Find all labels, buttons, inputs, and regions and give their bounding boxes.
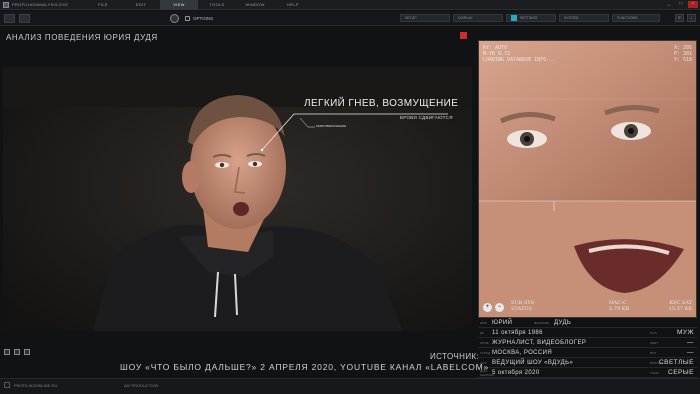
hud-loading: LOADING DATABASE INFO... bbox=[483, 57, 556, 63]
hud-top-left: RY: AUTO M-YR 0.72 LOADING DATABASE INFO… bbox=[483, 45, 555, 63]
last-name-label: ФАМИЛИЯ bbox=[534, 320, 550, 325]
options-button[interactable]: OPTIONS bbox=[185, 15, 214, 21]
status-label: STATUS bbox=[511, 306, 532, 312]
info-row: ДР 11 октября 1986 ПОЛ МУЖ bbox=[478, 328, 697, 338]
vol-label: ВОЛ bbox=[650, 350, 657, 355]
profile-info-table: ИМЯ ЮРИЙ ФАМИЛИЯ ДУДЬ ДР 11 октября 1986… bbox=[478, 318, 697, 378]
status-website: PROFILINGONLINE.RU bbox=[14, 383, 58, 388]
tab-setup-label: SETUP bbox=[405, 16, 417, 20]
analysis-date-value: 5 октября 2020 bbox=[492, 369, 540, 376]
single-view-icon[interactable] bbox=[4, 349, 10, 355]
zoom-out-icon[interactable]: − bbox=[495, 303, 504, 312]
zoom-in-icon[interactable]: + bbox=[483, 303, 492, 312]
source-label: ИСТОЧНИК: bbox=[430, 352, 480, 361]
options-label: OPTIONS bbox=[193, 15, 214, 21]
eyes-label: ГЛАЗА bbox=[650, 370, 660, 375]
hac-c-size: 5.79 KB bbox=[609, 306, 630, 312]
city-label: ГОРОД bbox=[480, 350, 491, 355]
menu-help[interactable]: HELP bbox=[274, 0, 312, 10]
last-name-value: ДУДЬ bbox=[554, 319, 572, 326]
first-name-label: ИМЯ bbox=[480, 320, 487, 325]
first-name-value: ЮРИЙ bbox=[492, 319, 513, 326]
minimize-button[interactable]: _ bbox=[664, 1, 674, 8]
tab-system[interactable]: SYSTEM bbox=[559, 14, 609, 22]
hud-sub-sys: SUB SYS STATUS bbox=[511, 300, 534, 312]
emotion-detail: БРОВИ СДВИГАЮТСЯ bbox=[400, 115, 453, 120]
info-row: ГОРОД МОСКВА, РОССИЯ ВОЛ — bbox=[478, 348, 697, 358]
hair-value: СВЕТЛЫЕ bbox=[658, 359, 694, 366]
profession-label: ПРОФ bbox=[480, 340, 489, 345]
menu-edit[interactable]: EDIT bbox=[122, 0, 160, 10]
source-text: ШОУ «ЧТО БЫЛО ДАЛЬШЕ?» 2 АПРЕЛЯ 2020, YO… bbox=[120, 362, 490, 372]
tab-settings[interactable]: SETTINGS bbox=[506, 14, 556, 22]
tab-setup[interactable]: SETUP bbox=[400, 14, 450, 22]
menu-window[interactable]: WINDOW bbox=[236, 0, 274, 10]
record-icon[interactable] bbox=[170, 13, 179, 23]
toolbar: OPTIONS SETUP DISPLAY SETTINGS SYSTEM FU… bbox=[0, 11, 700, 26]
status-icon bbox=[4, 382, 10, 388]
close-button[interactable]: × bbox=[688, 1, 698, 8]
color-value: — bbox=[687, 339, 694, 346]
menu-tools[interactable]: TOOLS bbox=[198, 0, 236, 10]
maximize-button[interactable]: □ bbox=[676, 1, 686, 8]
tab-functions[interactable]: FUNCTIONS bbox=[612, 14, 660, 22]
info-row: ШОУ ВЕДУЩИЙ ШОУ «ВДУДЬ» ВОЛОСЫ СВЕТЛЫЕ bbox=[478, 358, 697, 368]
window-title: PROFILINGANALYSIS.EXE bbox=[12, 2, 69, 7]
show-value: ВЕДУЩИЙ ШОУ «ВДУДЬ» bbox=[492, 359, 574, 366]
city-value: МОСКВА, РОССИЯ bbox=[492, 349, 553, 356]
status-production: AIV PRODUCTION bbox=[124, 383, 159, 388]
emotion-label: ЛЕГКИЙ ГНЕВ, ВОЗМУЩЕНИЕ bbox=[304, 98, 459, 109]
app-icon bbox=[3, 1, 9, 8]
status-bar: PROFILINGONLINE.RU AIV PRODUCTION bbox=[0, 378, 700, 394]
grid-icon bbox=[185, 15, 190, 21]
tab-display[interactable]: DISPLAY bbox=[453, 14, 503, 22]
hud-top-right: X: 205 P: 301 Y: 518 bbox=[674, 45, 692, 63]
tab-settings-label: SETTINGS bbox=[520, 16, 538, 20]
view-mode-switcher bbox=[4, 349, 30, 355]
ksc-sat-size: 15.37 KB bbox=[668, 306, 692, 312]
tab-functions-label: FUNCTIONS bbox=[617, 16, 638, 20]
tab-display-label: DISPLAY bbox=[458, 16, 473, 20]
menu-view[interactable]: VIEW bbox=[160, 0, 198, 10]
tab-strip: SETUP DISPLAY SETTINGS SYSTEM FUNCTIONS bbox=[400, 14, 660, 22]
hud-ksc-sat: KSC SAT 15.37 KB bbox=[669, 300, 692, 312]
gender-value: МУЖ bbox=[676, 329, 694, 336]
info-row: ПРОФ ЖУРНАЛИСТ, ВИДЕОБЛОГЕР ЦВЕТ — bbox=[478, 338, 697, 348]
download-icon[interactable]: ↓ bbox=[687, 14, 696, 22]
gender-label: ПОЛ bbox=[650, 330, 657, 335]
closeup-panel: RY: AUTO M-YR 0.72 LOADING DATABASE INFO… bbox=[478, 40, 697, 318]
microexpression-label: МИКРОВЫРАЖЕНИЕ bbox=[316, 124, 347, 128]
eyes-value: СЕРЫЕ bbox=[668, 369, 694, 376]
list-icon[interactable]: ≡ bbox=[675, 14, 684, 22]
color-label: ЦВЕТ bbox=[650, 340, 659, 345]
active-led-icon bbox=[511, 15, 517, 21]
face-closeup-image bbox=[479, 41, 696, 317]
hud-y: Y: 518 bbox=[673, 57, 692, 63]
birth-label: ДР bbox=[480, 330, 485, 335]
grid-view-icon[interactable] bbox=[24, 349, 30, 355]
record-indicator-icon[interactable] bbox=[460, 32, 467, 39]
menu-bar: PROFILINGANALYSIS.EXE FILE EDIT VIEW TOO… bbox=[0, 0, 700, 10]
panel-icon[interactable] bbox=[4, 13, 15, 23]
tab-system-label: SYSTEM bbox=[564, 16, 579, 20]
layers-icon[interactable] bbox=[19, 13, 30, 23]
profession-value: ЖУРНАЛИСТ, ВИДЕОБЛОГЕР bbox=[492, 339, 587, 346]
info-row: ДАТА АНАЛИЗА 5 октября 2020 ГЛАЗА СЕРЫЕ bbox=[478, 368, 697, 378]
vol-value: — bbox=[687, 349, 694, 356]
birth-value: 11 октября 1986 bbox=[492, 329, 543, 336]
menu-file[interactable]: FILE bbox=[84, 0, 122, 10]
page-title: АНАЛИЗ ПОВЕДЕНИЯ ЮРИЯ ДУДЯ bbox=[6, 33, 158, 42]
hud-hac-c: HAC-C 5.79 KB bbox=[609, 300, 629, 312]
split-view-icon[interactable] bbox=[14, 349, 20, 355]
info-row: ИМЯ ЮРИЙ ФАМИЛИЯ ДУДЬ bbox=[478, 318, 697, 328]
